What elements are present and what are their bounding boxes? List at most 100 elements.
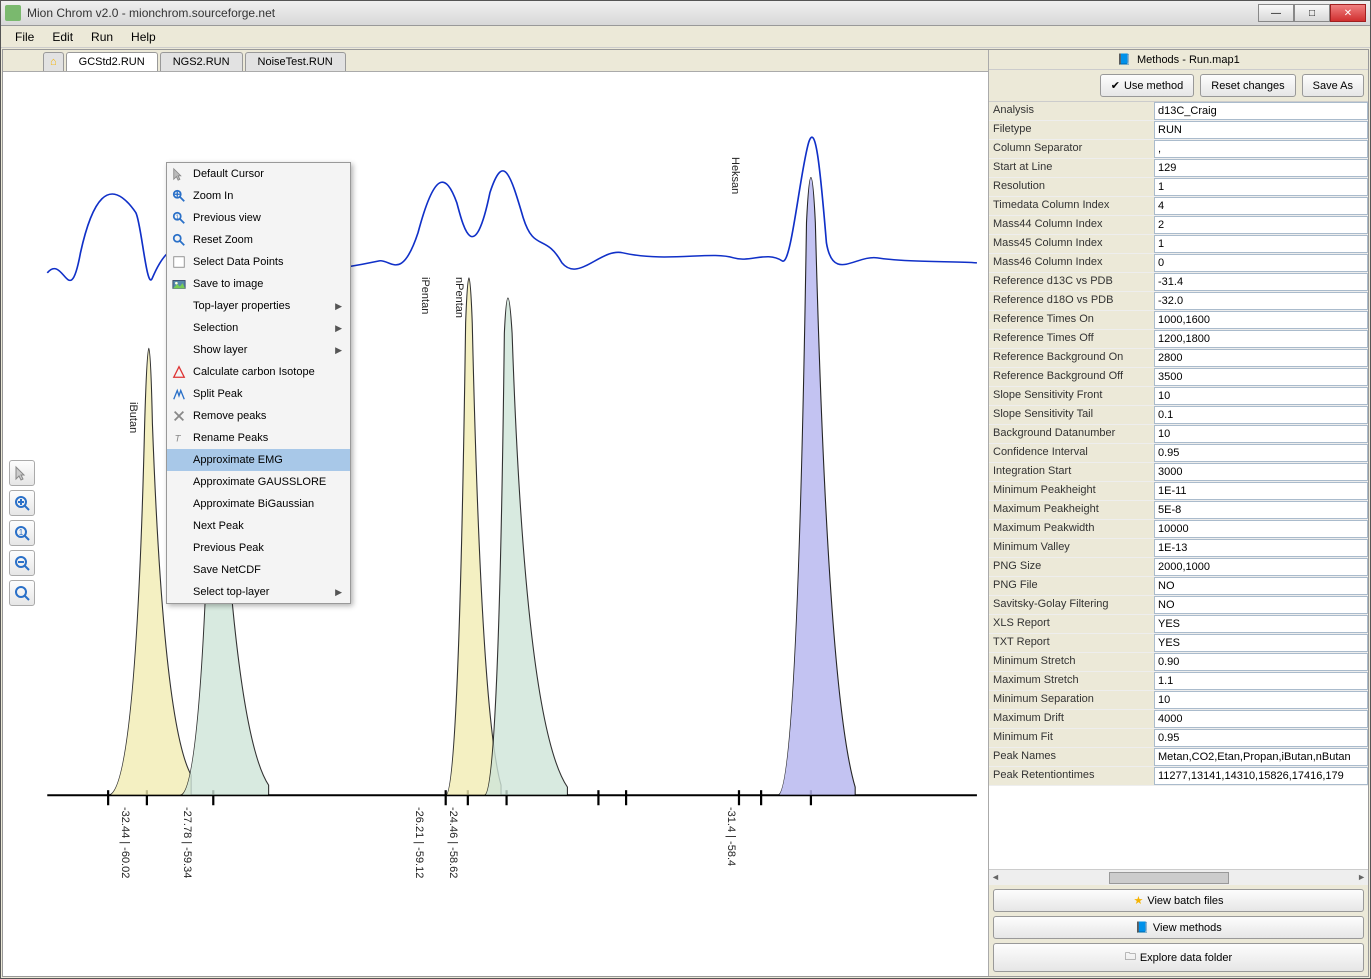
prop-row: Timedata Column Index bbox=[989, 197, 1368, 216]
ctx-approximate-bigaussian[interactable]: Approximate BiGaussian bbox=[167, 493, 350, 515]
ctx-approximate-emg[interactable]: Approximate EMG bbox=[167, 449, 350, 471]
prop-label: Filetype bbox=[989, 121, 1154, 139]
prop-input-background-datanumber[interactable] bbox=[1154, 425, 1368, 443]
ctx-calculate-carbon-isotope[interactable]: Calculate carbon Isotope bbox=[167, 361, 350, 383]
tab-gcstd2[interactable]: GCStd2.RUN bbox=[66, 52, 158, 71]
view-batch-files-button[interactable]: ★View batch files bbox=[993, 889, 1364, 912]
prop-input-analysis[interactable] bbox=[1154, 102, 1368, 120]
chart-area[interactable]: iButan iPentan nPentan Heksan -32.44 | -… bbox=[3, 72, 988, 976]
properties-list[interactable]: AnalysisFiletypeColumn SeparatorStart at… bbox=[989, 102, 1368, 869]
blank-icon bbox=[171, 342, 187, 358]
tool-zoom-out[interactable] bbox=[9, 550, 35, 576]
app-icon bbox=[5, 5, 21, 21]
prop-input-reference-times-on[interactable] bbox=[1154, 311, 1368, 329]
peak-value-0: -32.44 | -60.02 bbox=[119, 807, 131, 878]
ctx-show-layer[interactable]: Show layer▶ bbox=[167, 339, 350, 361]
prop-input-minimum-peakheight[interactable] bbox=[1154, 482, 1368, 500]
prop-input-savitsky-golay-filtering[interactable] bbox=[1154, 596, 1368, 614]
save-as-button[interactable]: Save As bbox=[1302, 74, 1364, 97]
menu-file[interactable]: File bbox=[7, 28, 42, 46]
tool-zoom-prev[interactable]: 1 bbox=[9, 520, 35, 546]
menu-run[interactable]: Run bbox=[83, 28, 121, 46]
horizontal-scrollbar[interactable] bbox=[989, 869, 1368, 885]
blank-icon bbox=[171, 584, 187, 600]
prop-row: Slope Sensitivity Tail bbox=[989, 406, 1368, 425]
ctx-default-cursor[interactable]: Default Cursor bbox=[167, 163, 350, 185]
folder-icon: 🗀 bbox=[1125, 948, 1136, 967]
ctx-save-netcdf[interactable]: Save NetCDF bbox=[167, 559, 350, 581]
ctx-rename-peaks[interactable]: TRename Peaks bbox=[167, 427, 350, 449]
prop-input-reference-d18o-vs-pdb[interactable] bbox=[1154, 292, 1368, 310]
prop-input-minimum-stretch[interactable] bbox=[1154, 653, 1368, 671]
prop-input-reference-background-off[interactable] bbox=[1154, 368, 1368, 386]
prop-input-peak-names[interactable] bbox=[1154, 748, 1368, 766]
save-img-icon bbox=[171, 276, 187, 292]
prop-input-reference-times-off[interactable] bbox=[1154, 330, 1368, 348]
prop-input-resolution[interactable] bbox=[1154, 178, 1368, 196]
prop-row: Mass45 Column Index bbox=[989, 235, 1368, 254]
ctx-remove-peaks[interactable]: Remove peaks bbox=[167, 405, 350, 427]
prop-input-maximum-stretch[interactable] bbox=[1154, 672, 1368, 690]
maximize-button[interactable]: □ bbox=[1294, 4, 1330, 22]
prop-input-mass44-column-index[interactable] bbox=[1154, 216, 1368, 234]
view-methods-button[interactable]: 📘View methods bbox=[993, 916, 1364, 939]
tool-cursor[interactable] bbox=[9, 460, 35, 486]
ctx-save-to-image[interactable]: Save to image bbox=[167, 273, 350, 295]
ctx-select-data-points[interactable]: Select Data Points bbox=[167, 251, 350, 273]
prop-input-slope-sensitivity-front[interactable] bbox=[1154, 387, 1368, 405]
prop-row: Maximum Stretch bbox=[989, 672, 1368, 691]
remove-icon bbox=[171, 408, 187, 424]
ctx-item-label: Previous view bbox=[193, 212, 261, 224]
ctx-approximate-gausslore[interactable]: Approximate GAUSSLORE bbox=[167, 471, 350, 493]
ctx-zoom-in[interactable]: Zoom In bbox=[167, 185, 350, 207]
prop-input-column-separator[interactable] bbox=[1154, 140, 1368, 158]
tab-ngs2[interactable]: NGS2.RUN bbox=[160, 52, 243, 71]
ctx-selection[interactable]: Selection▶ bbox=[167, 317, 350, 339]
prop-input-maximum-drift[interactable] bbox=[1154, 710, 1368, 728]
menu-edit[interactable]: Edit bbox=[44, 28, 81, 46]
prop-input-integration-start[interactable] bbox=[1154, 463, 1368, 481]
prop-input-mass45-column-index[interactable] bbox=[1154, 235, 1368, 253]
prop-label: Minimum Stretch bbox=[989, 653, 1154, 671]
ctx-top-layer-properties[interactable]: Top-layer properties▶ bbox=[167, 295, 350, 317]
ctx-reset-zoom[interactable]: Reset Zoom bbox=[167, 229, 350, 251]
prop-input-filetype[interactable] bbox=[1154, 121, 1368, 139]
explore-data-folder-button[interactable]: 🗀Explore data folder bbox=[993, 943, 1364, 972]
tab-home[interactable]: ⌂ bbox=[43, 52, 64, 71]
prop-input-reference-d13c-vs-pdb[interactable] bbox=[1154, 273, 1368, 291]
ctx-split-peak[interactable]: Split Peak bbox=[167, 383, 350, 405]
prop-input-png-file[interactable] bbox=[1154, 577, 1368, 595]
prop-input-minimum-separation[interactable] bbox=[1154, 691, 1368, 709]
ctx-item-label: Calculate carbon Isotope bbox=[193, 366, 315, 378]
minimize-button[interactable]: — bbox=[1258, 4, 1294, 22]
tool-zoom-reset[interactable] bbox=[9, 580, 35, 606]
ctx-next-peak[interactable]: Next Peak bbox=[167, 515, 350, 537]
prop-input-minimum-valley[interactable] bbox=[1154, 539, 1368, 557]
tool-zoom-in[interactable] bbox=[9, 490, 35, 516]
prop-input-txt-report[interactable] bbox=[1154, 634, 1368, 652]
prop-input-timedata-column-index[interactable] bbox=[1154, 197, 1368, 215]
prop-input-xls-report[interactable] bbox=[1154, 615, 1368, 633]
prop-input-start-at-line[interactable] bbox=[1154, 159, 1368, 177]
ctx-previous-view[interactable]: 1Previous view bbox=[167, 207, 350, 229]
ctx-item-label: Previous Peak bbox=[193, 542, 264, 554]
reset-changes-button[interactable]: Reset changes bbox=[1200, 74, 1295, 97]
ctx-previous-peak[interactable]: Previous Peak bbox=[167, 537, 350, 559]
prop-input-peak-retentiontimes[interactable] bbox=[1154, 767, 1368, 785]
tab-noisetest[interactable]: NoiseTest.RUN bbox=[245, 52, 346, 71]
close-button[interactable]: ✕ bbox=[1330, 4, 1366, 22]
ctx-item-label: Approximate GAUSSLORE bbox=[193, 476, 326, 488]
prop-input-reference-background-on[interactable] bbox=[1154, 349, 1368, 367]
ctx-select-top-layer[interactable]: Select top-layer▶ bbox=[167, 581, 350, 603]
prop-input-minimum-fit[interactable] bbox=[1154, 729, 1368, 747]
prop-input-mass46-column-index[interactable] bbox=[1154, 254, 1368, 272]
prop-label: Mass44 Column Index bbox=[989, 216, 1154, 234]
prop-input-maximum-peakheight[interactable] bbox=[1154, 501, 1368, 519]
menu-help[interactable]: Help bbox=[123, 28, 164, 46]
prop-input-maximum-peakwidth[interactable] bbox=[1154, 520, 1368, 538]
prop-input-confidence-interval[interactable] bbox=[1154, 444, 1368, 462]
tool-strip: 1 bbox=[9, 460, 37, 606]
prop-input-slope-sensitivity-tail[interactable] bbox=[1154, 406, 1368, 424]
use-method-button[interactable]: ✔Use method bbox=[1100, 74, 1195, 97]
prop-input-png-size[interactable] bbox=[1154, 558, 1368, 576]
